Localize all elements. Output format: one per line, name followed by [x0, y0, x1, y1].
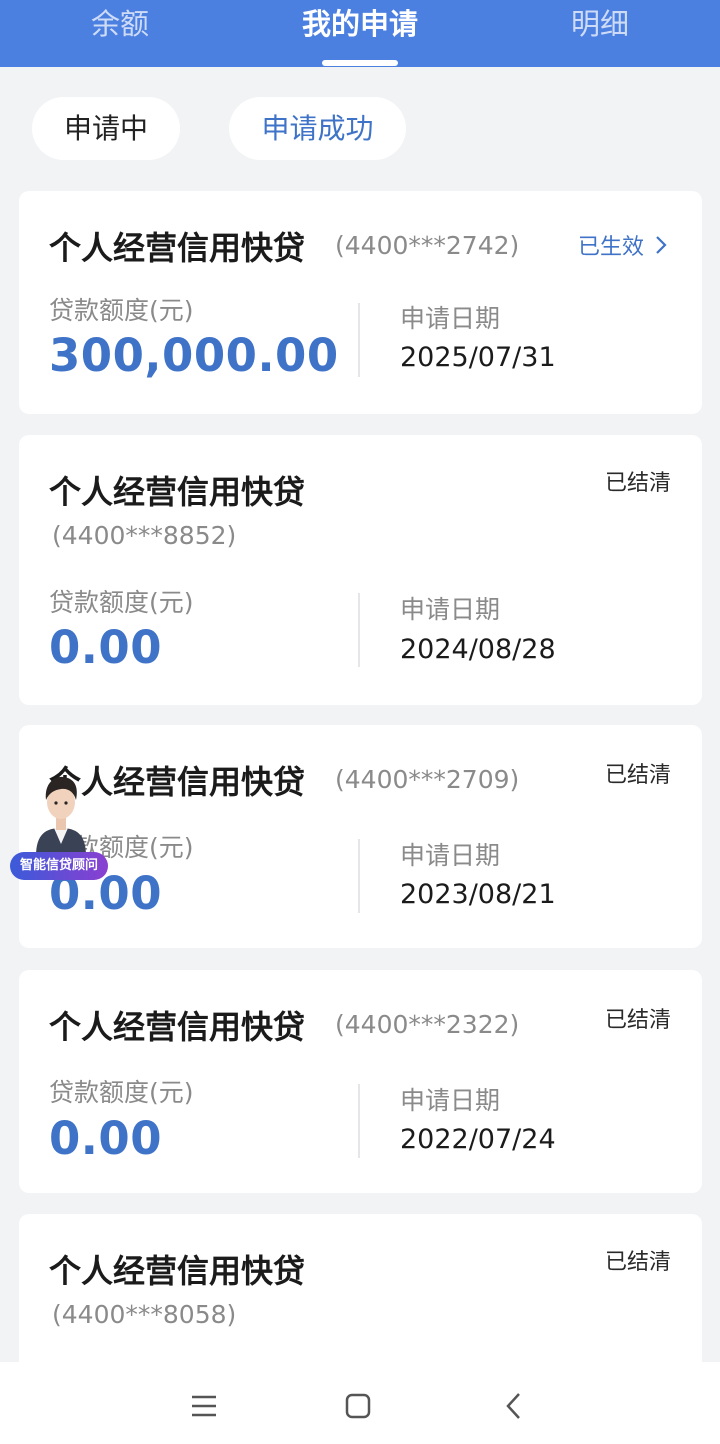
system-nav-bar — [0, 1362, 720, 1444]
card-divider — [358, 303, 360, 377]
product-name: 个人经营信用快贷 — [49, 1252, 306, 1290]
date-value: 2023/08/21 — [400, 879, 556, 910]
advisor-badge[interactable]: 智能信贷顾问 — [10, 852, 108, 880]
amount-value: 0.00 — [49, 1112, 163, 1165]
top-tab-bar: 余额 我的申请 明细 — [0, 0, 720, 67]
application-card[interactable]: 个人经营信用快贷 已结清 (4400***8852) 贷款额度(元) 0.00 … — [19, 435, 702, 705]
application-card[interactable]: 个人经营信用快贷 (4400***2742) 已生效 贷款额度(元) 300,0… — [19, 191, 702, 414]
status-badge[interactable]: 已生效 — [578, 229, 644, 261]
status-badge: 已结清 — [604, 1250, 671, 1275]
product-name: 个人经营信用快贷 — [49, 473, 306, 511]
tab-details[interactable]: 明细 — [540, 4, 660, 44]
home-icon[interactable] — [338, 1386, 378, 1426]
date-value: 2022/07/24 — [400, 1124, 556, 1155]
card-divider — [358, 839, 360, 913]
tab-my-applications[interactable]: 我的申请 — [280, 4, 440, 44]
date-label: 申请日期 — [400, 841, 501, 870]
date-label: 申请日期 — [400, 595, 501, 624]
account-number: (4400***8852) — [52, 521, 237, 550]
application-card[interactable]: 个人经营信用快贷 (4400***2709) 已结清 贷款额度(元) 0.00 … — [19, 725, 702, 948]
card-divider — [358, 593, 360, 667]
card-divider — [358, 1084, 360, 1158]
product-name: 个人经营信用快贷 — [49, 229, 306, 267]
advisor-floating-button[interactable]: 智能信贷顾问 — [10, 772, 110, 884]
filter-approved[interactable]: 申请成功 — [229, 97, 406, 160]
status-badge: 已结清 — [604, 763, 671, 788]
active-tab-indicator — [322, 60, 398, 66]
product-name: 个人经营信用快贷 — [49, 1008, 306, 1046]
status-badge: 已结清 — [604, 1008, 671, 1033]
amount-value: 0.00 — [49, 621, 163, 674]
account-number: (4400***2322) — [335, 1010, 520, 1039]
date-label: 申请日期 — [400, 304, 501, 333]
filter-in-progress[interactable]: 申请中 — [32, 97, 180, 160]
account-number: (4400***2709) — [335, 765, 520, 794]
account-number: (4400***8058) — [52, 1300, 237, 1329]
amount-label: 贷款额度(元) — [49, 296, 194, 325]
back-icon[interactable] — [494, 1386, 534, 1426]
advisor-avatar-icon — [36, 776, 86, 856]
amount-value: 300,000.00 — [49, 329, 339, 382]
application-card[interactable]: 个人经营信用快贷 (4400***2322) 已结清 贷款额度(元) 0.00 … — [19, 970, 702, 1193]
menu-icon[interactable] — [184, 1386, 224, 1426]
amount-label: 贷款额度(元) — [49, 1078, 194, 1107]
chevron-right-icon[interactable] — [654, 235, 668, 255]
account-number: (4400***2742) — [335, 231, 520, 260]
amount-label: 贷款额度(元) — [49, 588, 194, 617]
tab-balance[interactable]: 余额 — [60, 4, 180, 44]
status-badge: 已结清 — [604, 471, 671, 496]
date-value: 2025/07/31 — [400, 342, 556, 373]
date-value: 2024/08/28 — [400, 634, 556, 665]
application-card[interactable]: 个人经营信用快贷 已结清 (4400***8058) — [19, 1214, 702, 1374]
date-label: 申请日期 — [400, 1086, 501, 1115]
